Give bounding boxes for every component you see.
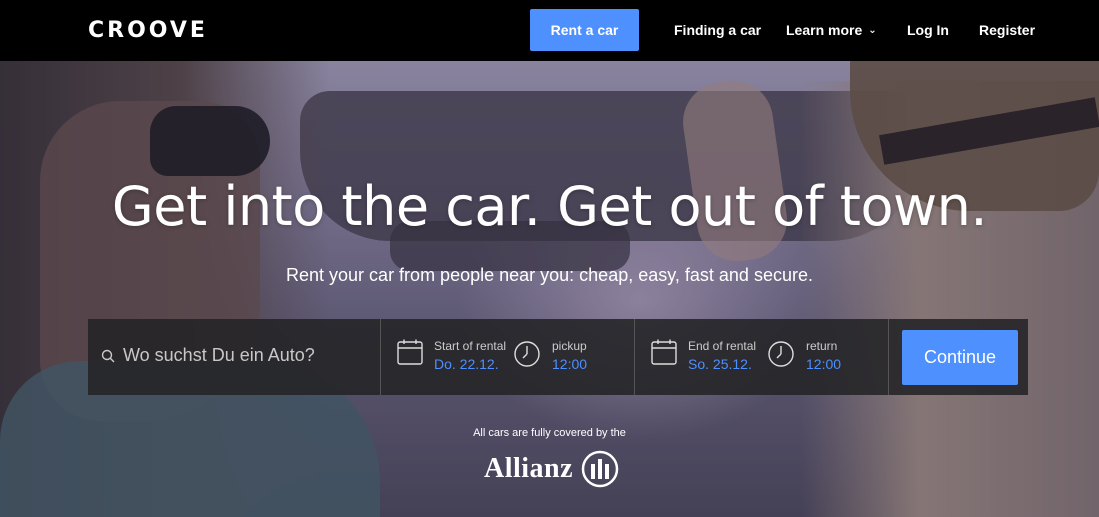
end-of-rental-group[interactable]: End of rental So. 25.12. return 12:00: [635, 319, 889, 395]
hero-section: Get into the car. Get out of town. Rent …: [0, 61, 1099, 517]
allianz-logo-icon: [581, 450, 619, 488]
learn-more-menu[interactable]: Learn more ⌄: [786, 22, 877, 38]
calendar-icon: [397, 339, 423, 365]
return-time-value[interactable]: 12:00: [806, 356, 841, 372]
clock-icon: [514, 341, 540, 367]
allianz-wordmark: Allianz: [484, 453, 574, 484]
allianz-brand: Allianz: [484, 450, 619, 488]
return-label: return: [806, 339, 838, 353]
register-link[interactable]: Register: [979, 22, 1035, 38]
end-date-value[interactable]: So. 25.12.: [688, 356, 752, 372]
hero-overlay: [0, 61, 1099, 517]
learn-more-label: Learn more: [786, 22, 863, 38]
start-of-rental-group[interactable]: Start of rental Do. 22.12. pickup 12:00: [381, 319, 635, 395]
end-of-rental-label: End of rental: [688, 339, 757, 353]
rental-search-bar: Start of rental Do. 22.12. pickup 12:00 …: [88, 319, 1028, 395]
finding-a-car-link[interactable]: Finding a car: [674, 22, 761, 38]
chevron-down-icon: ⌄: [868, 25, 877, 36]
start-date-value[interactable]: Do. 22.12.: [434, 356, 499, 372]
pickup-label: pickup: [552, 339, 587, 353]
top-navigation: CROOVE Rent a car Finding a car Learn mo…: [0, 0, 1099, 61]
search-icon: [101, 349, 115, 363]
croove-logo[interactable]: CROOVE: [88, 18, 208, 43]
pickup-time-value[interactable]: 12:00: [552, 356, 587, 372]
rent-a-car-button[interactable]: Rent a car: [530, 9, 639, 51]
hero-headline: Get into the car. Get out of town.: [111, 175, 988, 238]
hero-subline: Rent your car from people near you: chea…: [286, 265, 813, 285]
insurance-note: All cars are fully covered by the: [473, 427, 626, 439]
calendar-icon: [651, 339, 677, 365]
clock-icon: [768, 341, 794, 367]
location-search-field[interactable]: [88, 319, 381, 395]
continue-button[interactable]: Continue: [902, 330, 1018, 385]
location-search-input[interactable]: [123, 345, 363, 366]
start-of-rental-label: Start of rental: [434, 339, 507, 353]
login-link[interactable]: Log In: [907, 22, 949, 38]
